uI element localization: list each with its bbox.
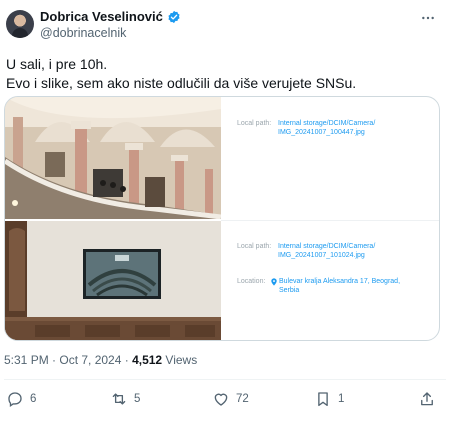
like-icon: [214, 393, 228, 406]
author-name[interactable]: Dobrica Veselinović: [40, 9, 163, 24]
card-divider: [221, 220, 439, 221]
tweet-text: U sali, i pre 10h. Evo i slike, sem ako …: [6, 55, 436, 93]
author-handle[interactable]: @dobrinacelnik: [40, 26, 126, 40]
share-button[interactable]: [418, 390, 436, 408]
bookmark-icon: [318, 392, 328, 407]
like-count: 72: [236, 393, 249, 405]
reply-count: 6: [30, 393, 37, 405]
repost-button[interactable]: 5: [110, 390, 140, 408]
verified-icon: [168, 10, 180, 23]
tweet-text-line-1: U sali, i pre 10h.: [6, 56, 108, 72]
share-icon: [421, 392, 433, 406]
bookmark-button[interactable]: 1: [314, 390, 344, 408]
photo1-local-path-value[interactable]: Internal storage/DCIM/Camera/ IMG_202410…: [278, 119, 428, 137]
media-card[interactable]: Local path: Internal storage/DCIM/Camera…: [4, 96, 440, 341]
author-name-row: Dobrica Veselinović: [40, 9, 181, 24]
tweet-timestamp: 5:31 PM · Oct 7, 2024 · 4,512 Views: [4, 353, 197, 367]
bookmark-count: 1: [338, 393, 345, 405]
views-count: 4,512: [132, 353, 163, 367]
photo2-location-value[interactable]: Bulevar kralja Aleksandra 17, Beograd, S…: [271, 277, 411, 295]
photo2-local-path-label: Local path:: [237, 243, 272, 250]
photo2-location-text[interactable]: Bulevar kralja Aleksandra 17, Beograd, S…: [279, 278, 400, 294]
photo2-location-label: Location:: [237, 278, 266, 285]
photo1-local-path-label: Local path:: [237, 120, 272, 127]
photo2-local-path-value[interactable]: Internal storage/DCIM/Camera/ IMG_202410…: [278, 242, 428, 260]
photo-assembly-balcony[interactable]: [5, 97, 221, 219]
avatar[interactable]: [6, 10, 34, 38]
reply-button[interactable]: 6: [6, 390, 36, 408]
views-label: Views: [162, 353, 198, 367]
action-bar: 6 5 72 1: [0, 390, 450, 412]
like-button[interactable]: 72: [212, 390, 249, 408]
more-icon[interactable]: [420, 10, 436, 26]
divider: [4, 379, 446, 380]
repost-icon: [112, 393, 126, 405]
reply-icon: [8, 392, 22, 408]
tweet-header: Dobrica Veselinović @dobrinacelnik: [0, 0, 450, 50]
photo-wall-screen[interactable]: [5, 221, 221, 341]
repost-count: 5: [134, 393, 141, 405]
tweet-text-line-2: Evo i slike, sem ako niste odlučili da v…: [6, 75, 357, 91]
tweet-time-date[interactable]: 5:31 PM · Oct 7, 2024 ·: [4, 353, 132, 367]
location-pin-icon: [271, 278, 277, 286]
